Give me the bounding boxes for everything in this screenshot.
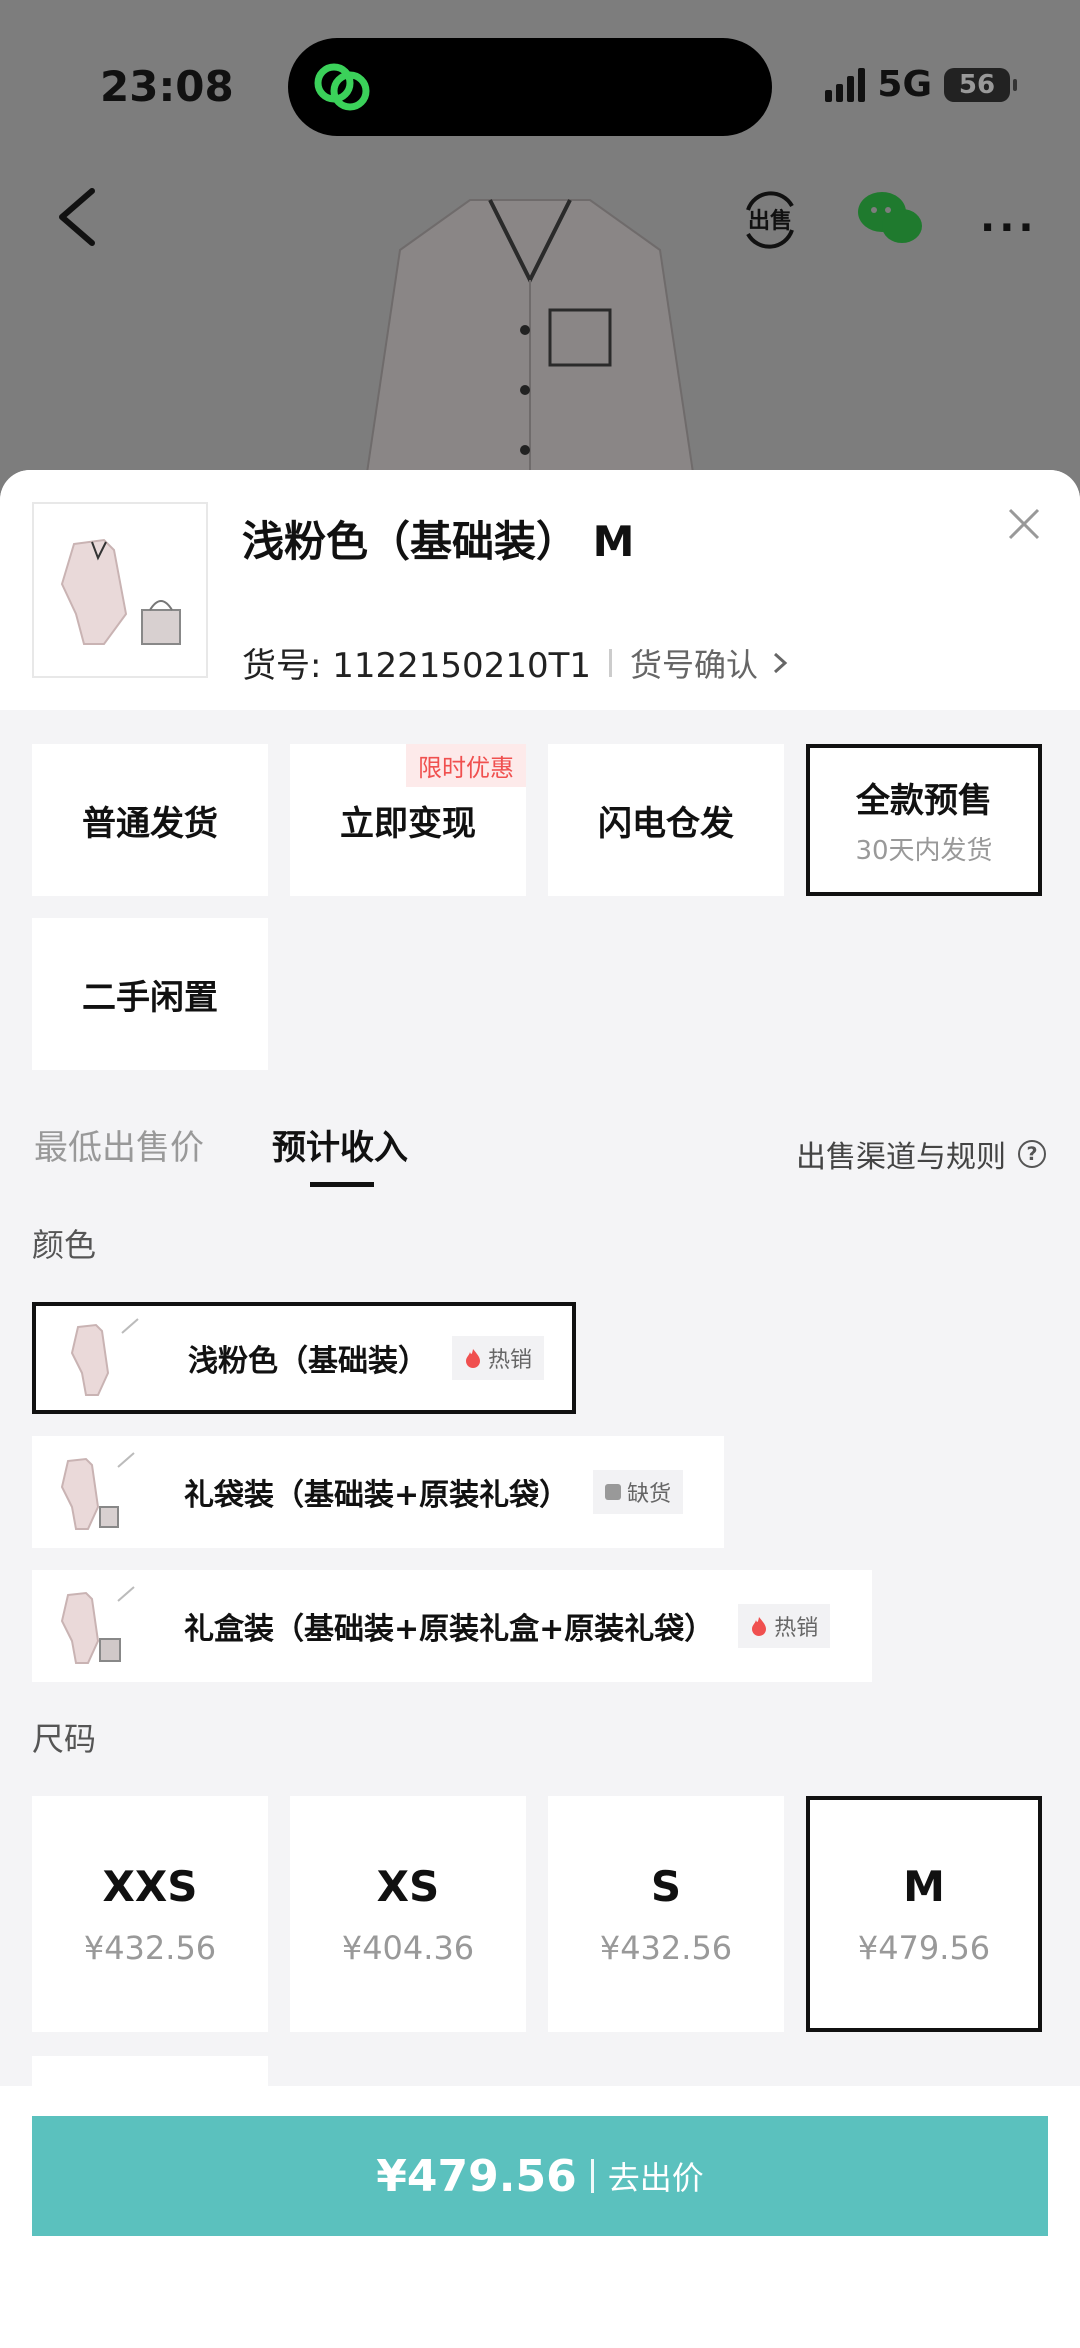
- color-option[interactable]: 浅粉色（基础装） 热销: [32, 1302, 576, 1414]
- shipping-option-presale[interactable]: 全款预售 30天内发货: [806, 744, 1042, 896]
- size-price: ¥479.56: [857, 1928, 991, 1967]
- shipping-option-flash-warehouse[interactable]: 闪电仓发: [548, 744, 784, 896]
- battery-level: 56: [958, 69, 996, 100]
- more-icon[interactable]: ···: [980, 205, 1038, 251]
- size-section-label: 尺码: [32, 1720, 97, 1758]
- color-thumbnail: [60, 1586, 135, 1664]
- help-icon: ?: [1018, 1140, 1046, 1168]
- color-option-name: 浅粉色（基础装）: [188, 1344, 428, 1379]
- product-page-background: 23:08 5G 56 出售 ···: [0, 0, 1080, 520]
- app-link-icon: [314, 63, 370, 111]
- shipping-option-label: 二手闲置: [82, 977, 218, 1018]
- tab-lowest-price[interactable]: 最低出售价: [34, 1120, 204, 1169]
- badge-label: 热销: [774, 1616, 819, 1641]
- sku-confirm-link[interactable]: 货号确认: [630, 640, 758, 686]
- flame-icon: [752, 1617, 767, 1636]
- sell-icon: 出售: [746, 191, 794, 249]
- color-thumbnail: [70, 1318, 139, 1396]
- sheet-header: 浅粉色（基础装） M 货号: 1122150210T1 货号确认: [0, 470, 1080, 710]
- size-label: XS: [376, 1861, 440, 1911]
- wechat-share-icon[interactable]: [856, 190, 924, 246]
- hot-badge: 热销: [738, 1604, 831, 1648]
- sell-rules-link[interactable]: 出售渠道与规则 ?: [796, 1132, 1046, 1176]
- divider: [608, 648, 612, 677]
- size-option-xxs[interactable]: XXS ¥432.56: [32, 1796, 268, 2032]
- size-label: M: [903, 1861, 945, 1911]
- size-price: ¥432.56: [83, 1928, 217, 1967]
- pajama-thumbnail-icon: [60, 538, 181, 645]
- status-time: 23:08: [100, 62, 234, 111]
- shipping-option-label: 普通发货: [82, 803, 218, 844]
- product-title: 浅粉色（基础装） M: [242, 517, 635, 566]
- size-grid: XXS ¥432.56 XS ¥404.36 S ¥432.56 M ¥479.…: [32, 1796, 1042, 2032]
- flame-icon: [466, 1349, 480, 1368]
- size-label: S: [650, 1861, 682, 1911]
- sell-rules-label: 出售渠道与规则: [796, 1140, 1006, 1175]
- color-option[interactable]: 礼盒装（基础装+原装礼盒+原装礼袋） 热销: [32, 1570, 872, 1682]
- color-option-name: 礼袋装（基础装+原装礼袋）: [184, 1478, 570, 1513]
- active-tab-indicator: [310, 1182, 374, 1187]
- shipping-option-instant-cash[interactable]: 限时优惠 立即变现: [290, 744, 526, 896]
- shipping-option-secondhand[interactable]: 二手闲置: [32, 918, 268, 1070]
- shipping-method-grid: 普通发货 限时优惠 立即变现 闪电仓发 全款预售 30天内发货 二手闲置: [32, 744, 1042, 1070]
- size-option-m[interactable]: M ¥479.56: [806, 1796, 1042, 2032]
- network-label: 5G: [877, 64, 932, 105]
- size-option-s[interactable]: S ¥432.56: [548, 1796, 784, 2032]
- size-price: ¥404.36: [341, 1928, 475, 1967]
- dynamic-island: [288, 38, 772, 136]
- footer-bar: ¥479.56 去出价: [0, 2086, 1080, 2348]
- battery-icon: 56: [944, 67, 1017, 102]
- color-option[interactable]: 礼袋装（基础装+原装礼袋） 缺货: [32, 1436, 724, 1548]
- close-icon[interactable]: [1004, 504, 1044, 544]
- color-section-label: 颜色: [32, 1226, 97, 1264]
- signal-icon: [825, 67, 866, 102]
- badge-label: 热销: [488, 1348, 533, 1373]
- hot-badge: 热销: [452, 1336, 545, 1380]
- product-thumbnail: [32, 502, 208, 678]
- status-indicators: 5G 56: [825, 64, 1017, 105]
- chevron-right-icon: [773, 652, 788, 673]
- out-of-stock-badge: 缺货: [593, 1470, 684, 1514]
- badge-label: 缺货: [627, 1482, 672, 1507]
- shipping-option-normal[interactable]: 普通发货: [32, 744, 268, 896]
- divider: [590, 2159, 594, 2193]
- tab-estimated-income[interactable]: 预计收入: [272, 1120, 408, 1169]
- price-tabs: 最低出售价 预计收入 出售渠道与规则 ?: [0, 1090, 1080, 1200]
- sell-entry-button[interactable]: 出售: [740, 190, 800, 250]
- color-thumbnail: [60, 1452, 135, 1530]
- sell-options-sheet: 浅粉色（基础装） M 货号: 1122150210T1 货号确认 普通发货 限时…: [0, 470, 1080, 2348]
- back-icon[interactable]: [52, 185, 102, 249]
- shipping-option-label: 立即变现: [340, 803, 476, 844]
- shipping-option-label: 闪电仓发: [598, 803, 734, 844]
- promo-tag: 限时优惠: [406, 744, 526, 787]
- sku-number: 货号: 1122150210T1: [242, 646, 591, 686]
- color-option-name: 礼盒装（基础装+原装礼盒+原装礼袋）: [184, 1612, 715, 1647]
- shipping-option-sublabel: 30天内发货: [855, 836, 993, 866]
- cta-price: ¥479.56: [376, 2150, 577, 2202]
- size-label: XXS: [102, 1861, 198, 1911]
- size-price: ¥432.56: [599, 1928, 733, 1967]
- cta-label: 去出价: [607, 2159, 704, 2197]
- size-option-xs[interactable]: XS ¥404.36: [290, 1796, 526, 2032]
- lock-icon: [605, 1484, 622, 1500]
- sku-row: 货号: 1122150210T1 货号确认: [242, 638, 788, 687]
- sell-icon-label: 出售: [748, 208, 792, 234]
- shipping-option-label: 全款预售: [856, 781, 992, 821]
- place-bid-button[interactable]: ¥479.56 去出价: [32, 2116, 1048, 2236]
